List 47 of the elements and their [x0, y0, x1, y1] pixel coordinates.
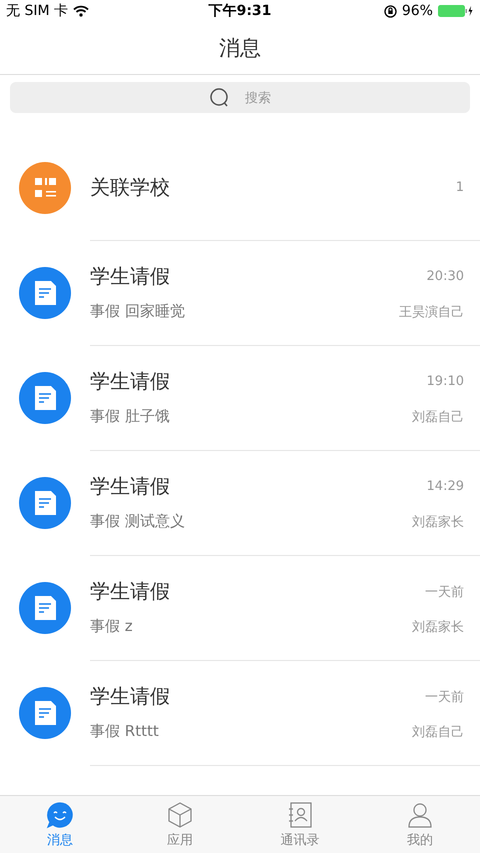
carrier-text: 无 SIM 卡: [6, 2, 68, 20]
document-avatar-icon: [19, 266, 71, 318]
battery-text: 96%: [402, 3, 433, 19]
message-title: 学生请假: [90, 263, 170, 290]
message-title: 关联学校: [90, 174, 170, 200]
person-icon: [406, 800, 434, 828]
message-time: 20:30: [426, 269, 464, 284]
rotation-lock-icon: [384, 4, 397, 18]
document-avatar-icon: [19, 476, 71, 528]
message-sender: 刘磊家长: [412, 618, 464, 636]
message-item[interactable]: 学生请假 20:30 事假 回家睡觉 王昊演自己: [0, 240, 480, 345]
message-preview: 事假 肚子饿: [90, 407, 170, 426]
tab-item[interactable]: 消息: [0, 796, 120, 853]
message-preview: 事假 测试意义: [90, 512, 185, 531]
document-avatar-icon: [19, 372, 71, 424]
message-title: 学生请假: [90, 473, 170, 500]
message-item[interactable]: 学生请假 一天前 事假 z 刘磊家长: [0, 555, 480, 660]
message-preview: 事假 Rtttt: [90, 722, 159, 741]
document-avatar-icon: [19, 686, 71, 738]
clock-text: 下午9:31: [208, 2, 272, 20]
message-title: 学生请假: [90, 683, 170, 710]
message-time: 1: [456, 180, 464, 194]
grid-avatar-icon: [19, 162, 71, 214]
message-time: 19:10: [426, 374, 464, 389]
message-time: 一天前: [425, 584, 464, 600]
message-time: 一天前: [425, 688, 464, 706]
message-preview: 事假 z: [90, 617, 133, 636]
message-sender: 刘磊家长: [412, 514, 464, 530]
cube-icon: [166, 800, 194, 828]
address-book-icon: [286, 800, 314, 828]
message-sender: 王昊演自己: [399, 304, 464, 320]
message-item[interactable]: 学生请假 一天前 事假 Rtttt 刘磊自己: [0, 660, 480, 765]
message-sender: 刘磊自己: [412, 408, 464, 426]
wifi-icon: [73, 5, 89, 17]
message-time: 14:29: [426, 479, 464, 494]
search-placeholder: 搜索: [245, 90, 271, 106]
message-item[interactable]: 关联学校 1: [0, 135, 480, 240]
message-item[interactable]: 学生请假 14:29 事假 测试意义 刘磊家长: [0, 450, 480, 555]
message-sender: 刘磊自己: [412, 724, 464, 740]
battery-icon: [438, 5, 474, 17]
document-avatar-icon: [19, 582, 71, 634]
smiley-chat-icon: [46, 800, 74, 828]
message-item[interactable]: 学生请假 19:10 事假 肚子饿 刘磊自己: [0, 345, 480, 450]
message-title: 学生请假: [90, 368, 170, 395]
message-preview: 事假 回家睡觉: [90, 302, 185, 321]
message-title: 学生请假: [90, 578, 170, 605]
page-title: 消息: [219, 35, 261, 62]
